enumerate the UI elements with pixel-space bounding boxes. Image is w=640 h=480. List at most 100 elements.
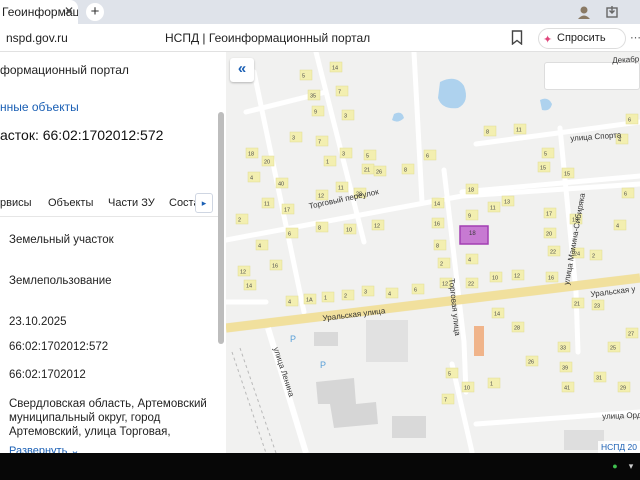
map-attribution: НСПД 20	[598, 441, 640, 453]
house-number-label: 2	[592, 254, 595, 260]
house-number-label: 10	[492, 276, 498, 282]
portal-heading: формационный портал	[0, 63, 129, 77]
house-number-label: 8	[486, 130, 489, 136]
profile-icon[interactable]	[576, 4, 592, 20]
house-number-label: 4	[468, 258, 471, 264]
house-number-label: 4	[288, 300, 291, 306]
tray-menu-icon[interactable]: ▾	[626, 461, 636, 471]
house-number-label: 11	[516, 128, 522, 134]
house-number-label: 16	[272, 264, 278, 270]
tabs-scroll-right-icon[interactable]: ▸	[195, 193, 213, 213]
house-number-label: 39	[562, 366, 568, 372]
map-search-box[interactable]	[544, 62, 640, 90]
collapse-panel-button[interactable]: «	[230, 58, 254, 82]
address-bar: nspd.gov.ru НСПД | Геоинформационный пор…	[0, 24, 640, 52]
house-number-label: 22	[468, 282, 474, 288]
tab-objects[interactable]: Объекты	[48, 197, 93, 209]
house-number-label: 4	[616, 224, 619, 230]
grey-block	[392, 416, 426, 438]
assistant-icon: ✦	[543, 34, 553, 46]
house-number-label: 1	[326, 160, 329, 166]
parking-icon: P	[290, 334, 296, 344]
house-number-label: 11	[490, 206, 496, 212]
registration-date-value: 23.10.2025	[9, 316, 67, 328]
house-number-label: 22	[550, 250, 556, 256]
object-type-value: Земельный участок	[9, 234, 114, 246]
cadastral-number-value: 66:02:1702012:572	[9, 341, 109, 353]
browser-tab-bar: Геоинформаци ✕ +	[0, 0, 640, 24]
house-number-label: 20	[264, 160, 270, 166]
house-number-label: 12	[374, 224, 380, 230]
house-number-label: 5	[448, 372, 451, 378]
house-number-label: 7	[444, 398, 447, 404]
house-number-label: 23	[594, 304, 600, 310]
house-number-label: 6	[288, 232, 291, 238]
url-field[interactable]: nspd.gov.ru	[6, 31, 68, 45]
new-tab-button[interactable]: +	[86, 3, 104, 21]
house-number-label: 16	[548, 276, 554, 282]
house-number-label: 26	[376, 170, 382, 176]
orange-building	[474, 326, 484, 356]
expand-link[interactable]: Развернуть ⌄	[9, 444, 80, 453]
house-number-label: 35	[310, 94, 316, 100]
house-number-label: 8	[404, 168, 407, 174]
house-number-label: 3	[344, 114, 347, 120]
tab-parts[interactable]: Части ЗУ	[108, 197, 155, 209]
street-label: улица Орд	[602, 410, 640, 421]
tab-close-icon[interactable]: ✕	[62, 4, 76, 18]
taskbar: ● ▾	[0, 453, 640, 480]
ask-button[interactable]: ✦ Спросить	[538, 28, 626, 49]
panel-scrollbar[interactable]	[218, 112, 224, 344]
house-number-label: 8	[436, 244, 439, 250]
parcel-title: асток: 66:02:1702012:572	[0, 127, 164, 143]
house-number-label: 3	[292, 136, 295, 142]
house-number-label: 4	[388, 292, 391, 298]
house-number-label: 4	[250, 176, 253, 182]
house-number-label: 21	[574, 302, 580, 308]
address-value: Свердловская область, Артемовский муници…	[9, 398, 207, 438]
house-number-label: 28	[514, 326, 520, 332]
tray-status-icon[interactable]: ●	[610, 461, 620, 471]
house-number-label: 12	[514, 274, 520, 280]
house-number-label: 10	[346, 228, 352, 234]
house-number-label: 2	[344, 294, 347, 300]
house-number-label: 9	[468, 214, 471, 220]
house-number-label: 5	[544, 152, 547, 158]
house-number-label: 10	[464, 386, 470, 392]
house-number-label: 14	[332, 66, 338, 72]
house-number-label: 15	[564, 172, 570, 178]
house-number-label: 20	[546, 232, 552, 238]
page-title: НСПД | Геоинформационный портал	[165, 31, 371, 45]
parcel-number-label: 18	[469, 231, 476, 237]
house-number-label: 7	[338, 90, 341, 96]
grey-building	[316, 378, 378, 428]
screen: Геоинформаци ✕ + nspd.gov.ru НСПД | Геои…	[0, 0, 640, 480]
house-number-label: 9	[314, 110, 317, 116]
tab-services[interactable]: рвисы	[0, 197, 32, 209]
parking-icon: P	[320, 360, 326, 370]
download-icon[interactable]	[604, 4, 620, 20]
grey-block	[366, 320, 408, 362]
map-canvas[interactable]: P P 5 14 35 7 9 3 3 7 1 3 5 21 4 40 11 17 12 11 28 26 8 6 8 11 5…	[226, 52, 640, 453]
house-number-label: 3	[364, 290, 367, 296]
ask-label: Спросить	[557, 32, 606, 44]
house-number-label: 6	[624, 192, 627, 198]
house-number-label: 27	[628, 332, 634, 338]
more-icon[interactable]: ⋯	[630, 31, 640, 44]
house-number-label: 12	[240, 270, 246, 276]
house-number-label: 41	[564, 386, 570, 392]
house-number-label: 1	[490, 382, 493, 388]
selected-objects-link[interactable]: нные объекты	[0, 100, 79, 114]
browser-tab[interactable]: Геоинформаци ✕	[0, 0, 78, 24]
house-number-label: 18	[468, 188, 474, 194]
street-label: Декабр	[612, 54, 640, 65]
house-number-label: 33	[560, 346, 566, 352]
lake	[438, 78, 466, 109]
house-number-label: 15	[540, 166, 546, 172]
bookmark-icon[interactable]	[511, 30, 523, 45]
grey-block	[314, 332, 338, 346]
house-number-label: 5	[366, 154, 369, 160]
object-kind-value: Землепользование	[9, 275, 112, 287]
house-number-label: 31	[596, 376, 602, 382]
cadastral-quarter-value: 66:02:1702012	[9, 369, 86, 381]
